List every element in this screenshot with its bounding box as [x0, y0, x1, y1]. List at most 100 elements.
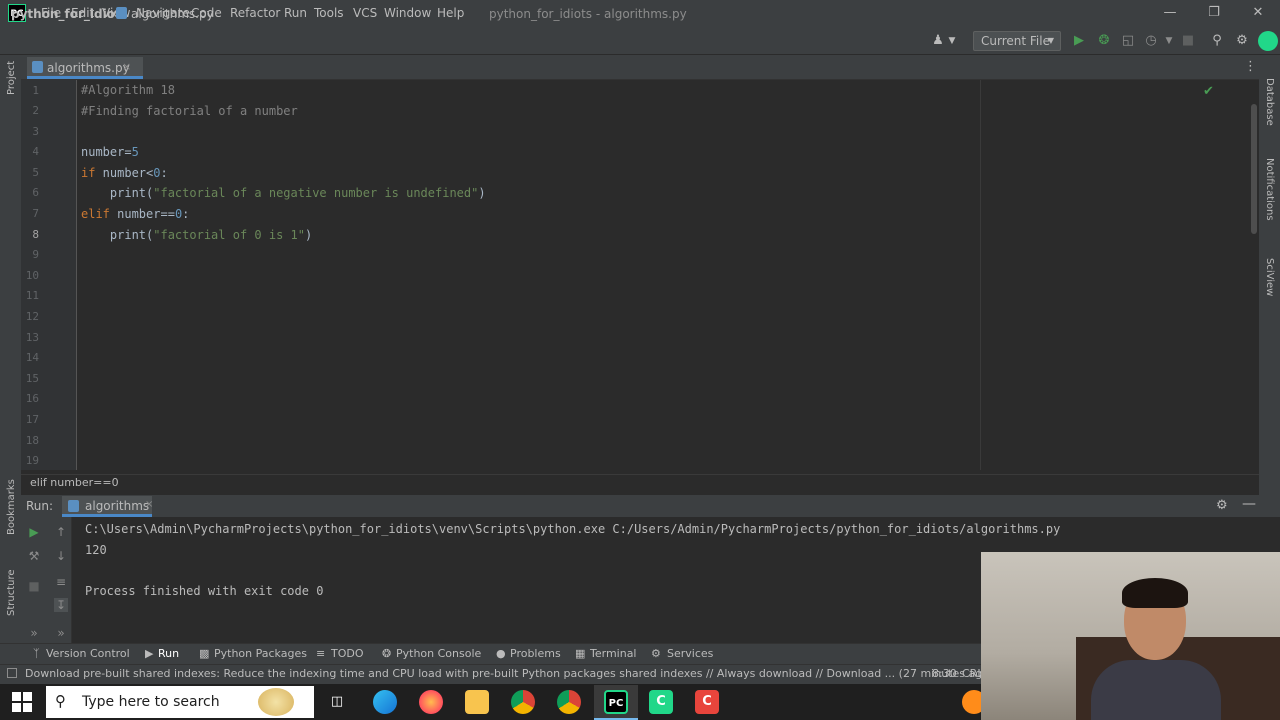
menu-window[interactable]: Window: [384, 6, 431, 20]
code-token: number=: [81, 145, 132, 159]
run-icon[interactable]: ▶: [1071, 33, 1087, 49]
database-tool-button[interactable]: Database: [1264, 78, 1275, 126]
debug-icon[interactable]: ❂: [1096, 33, 1112, 49]
run-panel-title: Run:: [26, 499, 54, 513]
tab-label: algorithms.py: [47, 61, 130, 75]
tool-python-console[interactable]: Python Console: [396, 647, 481, 660]
webcam-overlay: [981, 552, 1280, 720]
tool-windows-toggle-icon[interactable]: [7, 668, 17, 678]
coverage-icon[interactable]: ◱: [1120, 33, 1136, 49]
sciview-tool-button[interactable]: SciView: [1264, 258, 1275, 296]
rerun-icon[interactable]: ▶: [27, 525, 41, 539]
tool-services[interactable]: Services: [667, 647, 713, 660]
menu-help[interactable]: Help: [437, 6, 464, 20]
code-token: ): [478, 186, 486, 200]
line-number: 17: [25, 413, 39, 426]
menu-tools[interactable]: Tools: [314, 6, 344, 20]
tool-problems[interactable]: Problems: [510, 647, 561, 660]
run-configuration-select[interactable]: Current File ▼: [973, 31, 1061, 51]
breadcrumb-project[interactable]: python_for_idiots: [11, 7, 128, 21]
jetbrains-account-icon[interactable]: [1258, 31, 1278, 51]
pycharm-task-icon[interactable]: PC: [604, 690, 628, 714]
menu-run[interactable]: Run: [284, 6, 307, 20]
code-line[interactable]: if number<0:: [81, 166, 168, 180]
expand-icon[interactable]: »: [27, 626, 41, 640]
code-line[interactable]: elif number==0:: [81, 207, 189, 221]
code-token: #Algorithm 18: [81, 83, 175, 97]
chrome-icon[interactable]: [511, 690, 535, 714]
code-token: print(: [81, 228, 154, 242]
jetbrains-app-icon[interactable]: C: [649, 690, 673, 714]
console-line: C:\Users\Admin\PycharmProjects\python_fo…: [85, 522, 1061, 536]
arrow-up-icon[interactable]: ↑: [54, 525, 68, 539]
code-token: print(: [81, 186, 154, 200]
task-view-icon[interactable]: ◫: [325, 690, 349, 714]
no-problems-check-icon[interactable]: ✔: [1203, 84, 1214, 99]
chrome-profile-icon[interactable]: [557, 690, 581, 714]
edge-browser-icon[interactable]: [373, 690, 397, 714]
status-message[interactable]: Download pre-built shared indexes: Reduc…: [25, 667, 993, 680]
python-file-icon: [32, 61, 43, 73]
firefox-icon[interactable]: [419, 690, 443, 714]
navigation-bar: [0, 28, 1280, 55]
code-line[interactable]: print("factorial of 0 is 1"): [81, 228, 312, 242]
menu-vcs[interactable]: VCS: [353, 6, 377, 20]
stop-icon[interactable]: ■: [27, 579, 41, 593]
profile-icon[interactable]: ◷: [1143, 33, 1159, 49]
line-number: 14: [25, 351, 39, 364]
python-console-icon: ❂: [382, 647, 392, 660]
chevron-down-icon[interactable]: ▼: [944, 33, 960, 49]
search-icon[interactable]: ⚲: [1209, 33, 1225, 49]
hide-panel-icon[interactable]: —: [1242, 496, 1256, 512]
tool-run[interactable]: Run: [158, 647, 179, 660]
scroll-to-end-icon[interactable]: ↧: [54, 598, 68, 612]
soft-wrap-icon[interactable]: ≡: [54, 575, 68, 589]
code-token: number==: [109, 207, 175, 221]
close-window-icon[interactable]: ✕: [1249, 4, 1267, 22]
close-tab-icon[interactable]: ×: [122, 60, 131, 73]
line-number: 18: [25, 434, 39, 447]
wrench-icon[interactable]: ⚒: [27, 549, 41, 563]
bookmarks-tool-button[interactable]: Bookmarks: [6, 479, 17, 535]
tool-python-packages[interactable]: Python Packages: [214, 647, 307, 660]
code-editor[interactable]: [77, 80, 1259, 470]
chevron-down-icon: ▼: [1047, 36, 1054, 45]
settings-gear-icon[interactable]: ⚙: [1216, 498, 1228, 513]
tool-version-control[interactable]: Version Control: [46, 647, 130, 660]
run-icon: ▶: [145, 647, 154, 660]
line-number: 11: [25, 289, 39, 302]
webcam-person-hair: [1122, 578, 1188, 608]
structure-tool-button[interactable]: Structure: [6, 569, 17, 616]
project-tool-button[interactable]: Project: [6, 61, 17, 95]
code-line[interactable]: #Finding factorial of a number: [81, 104, 298, 118]
close-tab-icon[interactable]: ×: [145, 499, 153, 510]
code-line[interactable]: print("factorial of a negative number is…: [81, 186, 486, 200]
run-configuration-label: Current File: [981, 34, 1050, 48]
run-panel-header: [21, 495, 1280, 517]
minimize-window-icon[interactable]: —: [1161, 4, 1179, 22]
stop-icon[interactable]: ■: [1180, 33, 1196, 49]
line-number: 9: [32, 248, 39, 261]
breadcrumb-file[interactable]: algorithms.py: [131, 7, 214, 21]
tool-todo[interactable]: TODO: [331, 647, 364, 660]
expand-icon[interactable]: »: [54, 626, 68, 640]
settings-gear-icon[interactable]: ⚙: [1234, 33, 1250, 49]
file-explorer-icon[interactable]: [465, 690, 489, 714]
line-number: 10: [25, 269, 39, 282]
chevron-down-icon[interactable]: ▼: [1161, 33, 1177, 49]
notifications-tool-button[interactable]: Notifications: [1264, 158, 1275, 221]
editor-breadcrumb[interactable]: elif number==0: [30, 476, 119, 489]
restore-window-icon[interactable]: ❐: [1205, 4, 1223, 22]
red-app-icon[interactable]: C: [695, 690, 719, 714]
code-line[interactable]: #Algorithm 18: [81, 83, 175, 97]
menu-refactor[interactable]: Refactor: [230, 6, 280, 20]
arrow-down-icon[interactable]: ↓: [54, 549, 68, 563]
code-line[interactable]: number=5: [81, 145, 139, 159]
console-line: Process finished with exit code 0: [85, 584, 324, 598]
editor-scrollbar[interactable]: [1251, 104, 1257, 234]
windows-start-icon[interactable]: [12, 692, 32, 712]
console-line: 120: [85, 543, 107, 557]
caret-position[interactable]: 8:30: [932, 667, 957, 680]
tool-terminal[interactable]: Terminal: [590, 647, 637, 660]
more-options-icon[interactable]: ⋮: [1244, 59, 1257, 74]
